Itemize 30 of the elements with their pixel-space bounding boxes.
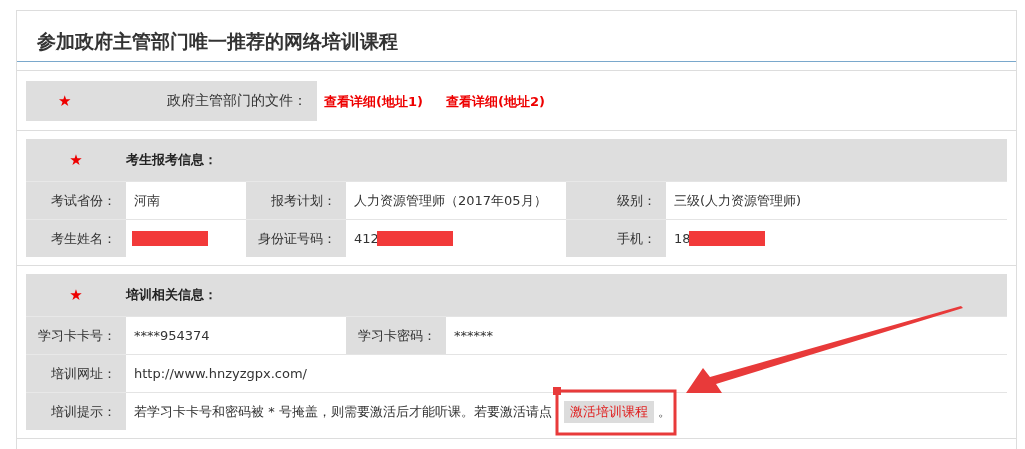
field-value: 412 (354, 230, 379, 248)
period-text: 。 (657, 403, 671, 421)
activate-course-link[interactable]: 激活培训课程 (563, 400, 654, 423)
field-label: 考生姓名： (26, 219, 126, 257)
field-label: 培训提示： (26, 392, 126, 430)
section-heading: 考生报考信息： (126, 151, 218, 169)
field-value: 三级(人力资源管理师) (674, 192, 802, 210)
field-value: 人力资源管理师（2017年05月） (354, 192, 547, 210)
star-icon: ★ (69, 152, 83, 168)
field-label: 政府主管部门的文件： (167, 92, 307, 110)
field-label: 报考计划： (246, 181, 346, 219)
detail-link[interactable]: 查看详细(地址2) (445, 94, 545, 109)
star-icon: ★ (69, 287, 83, 303)
field-label: 级别： (566, 181, 666, 219)
field-label: 手机： (566, 219, 666, 257)
field-value: http://www.hnzyzgpx.com/ (134, 365, 307, 383)
field-value: 18 (674, 230, 691, 248)
field-label: 考试省份： (26, 181, 126, 219)
field-value: 若学习卡卡号和密码被 * 号掩盖，则需要激活后才能听课。若要激活请点 (134, 403, 552, 421)
field-value: 河南 (134, 192, 160, 210)
field-label: 学习卡密码： (346, 316, 446, 354)
detail-link[interactable]: 查看详细(地址1) (324, 94, 423, 109)
page-title: 参加政府主管部门唯一推荐的网络培训课程 (17, 11, 1016, 62)
field-value: ****** (454, 327, 493, 345)
field-label: 身份证号码： (246, 219, 346, 257)
star-icon: ★ (58, 92, 72, 110)
field-label: 培训网址： (26, 354, 126, 392)
field-value: ****954374 (134, 327, 210, 345)
section-heading: 培训相关信息： (126, 286, 218, 304)
field-label: 学习卡卡号： (26, 316, 126, 354)
